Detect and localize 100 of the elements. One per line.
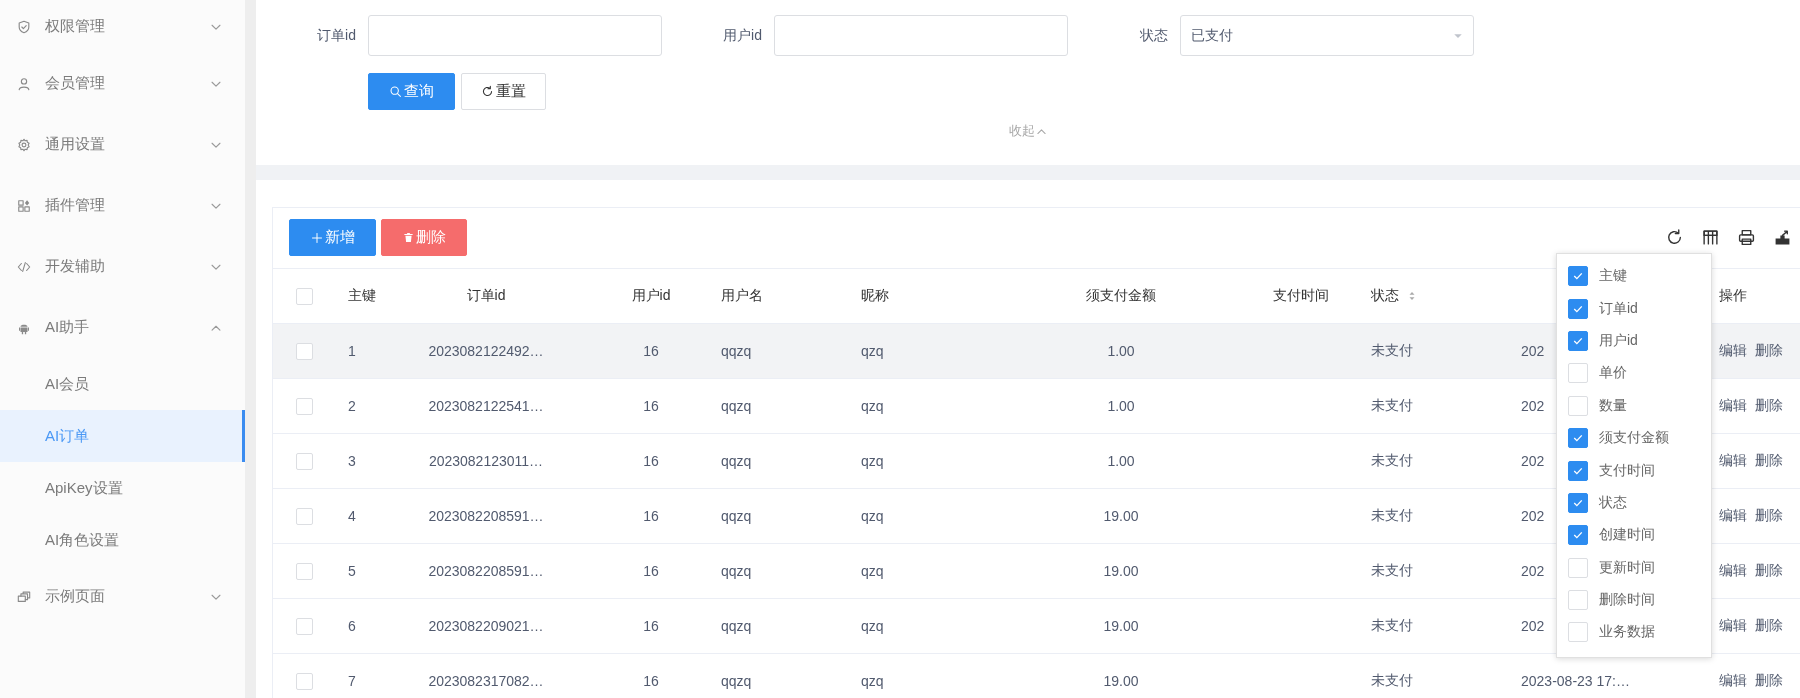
- edit-link[interactable]: 编辑: [1719, 672, 1747, 690]
- table-cell: 16: [643, 618, 659, 634]
- edit-link[interactable]: 编辑: [1719, 507, 1747, 525]
- search-icon: [389, 85, 402, 98]
- delete-link[interactable]: 删除: [1755, 452, 1783, 470]
- table-cell: 2023082208591…: [428, 563, 544, 579]
- status-select[interactable]: 已支付: [1180, 15, 1474, 56]
- delete-link[interactable]: 删除: [1755, 617, 1783, 635]
- delete-link[interactable]: 删除: [1755, 562, 1783, 580]
- column-checkbox[interactable]: [1568, 298, 1588, 319]
- export-icon: [1774, 229, 1791, 246]
- table-cell: 未支付: [1371, 507, 1413, 525]
- delete-link[interactable]: 删除: [1755, 507, 1783, 525]
- table-cell: 1.00: [1107, 343, 1135, 359]
- column-option: 删除时间: [1599, 591, 1655, 610]
- submenu-item[interactable]: ApiKey设置: [0, 462, 245, 514]
- row-checkbox[interactable]: [295, 562, 313, 580]
- table-cell: qzq: [861, 563, 884, 579]
- delete-link[interactable]: 删除: [1755, 342, 1783, 360]
- table-cell: qzq: [861, 508, 884, 524]
- table-cell: 4: [348, 508, 356, 524]
- table-cell: 未支付: [1371, 342, 1413, 360]
- row-checkbox[interactable]: [295, 507, 313, 525]
- column-header: 支付时间: [1273, 287, 1329, 305]
- menu-item[interactable]: 会员管理: [0, 53, 245, 114]
- table-cell: 未支付: [1371, 562, 1413, 580]
- column-checkbox[interactable]: [1568, 460, 1588, 481]
- field-label: 状态: [1139, 26, 1169, 45]
- delete-link[interactable]: 删除: [1755, 397, 1783, 415]
- column-option: 创建时间: [1599, 526, 1655, 545]
- input-field[interactable]: [774, 15, 1068, 56]
- table-cell: 2: [348, 398, 356, 414]
- table-cell: 19.00: [1103, 618, 1139, 634]
- reset-button[interactable]: 重置: [461, 73, 546, 110]
- table-cell: 202: [1521, 398, 1545, 414]
- column-header: 操作: [1719, 287, 1747, 305]
- column-header: 主键: [348, 287, 376, 305]
- table-cell: qqzq: [721, 398, 752, 414]
- column-option: 业务数据: [1599, 623, 1655, 642]
- table-cell: qqzq: [721, 343, 752, 359]
- input-field[interactable]: [368, 15, 662, 56]
- edit-link[interactable]: 编辑: [1719, 397, 1747, 415]
- row-checkbox[interactable]: [295, 452, 313, 470]
- edit-link[interactable]: 编辑: [1719, 617, 1747, 635]
- print-icon: [1738, 229, 1755, 246]
- menu-item[interactable]: 开发辅助: [0, 236, 245, 297]
- add-button[interactable]: 新增: [289, 219, 376, 256]
- edit-link[interactable]: 编辑: [1719, 452, 1747, 470]
- table-cell: 16: [643, 508, 659, 524]
- table-cell: 19.00: [1103, 673, 1139, 689]
- table-cell: qzq: [861, 453, 884, 469]
- table-cell: 16: [643, 398, 659, 414]
- column-option: 支付时间: [1599, 461, 1655, 480]
- shield-icon: [17, 19, 31, 34]
- code-icon: [17, 259, 31, 274]
- column-option: 须支付金额: [1599, 429, 1669, 448]
- edit-link[interactable]: 编辑: [1719, 562, 1747, 580]
- field-label: 用户id: [722, 26, 763, 45]
- table-cell: 2023082208591…: [428, 508, 544, 524]
- table-cell: 16: [643, 343, 659, 359]
- column-option: 状态: [1599, 493, 1627, 512]
- column-checkbox[interactable]: [1568, 525, 1588, 546]
- row-checkbox[interactable]: [295, 617, 313, 635]
- menu-item[interactable]: AI助手: [0, 297, 245, 358]
- delete-link[interactable]: 删除: [1755, 672, 1783, 690]
- menu-item[interactable]: 插件管理: [0, 175, 245, 236]
- table-cell: 3: [348, 453, 356, 469]
- edit-link[interactable]: 编辑: [1719, 342, 1747, 360]
- field-label: 订单id: [316, 26, 357, 45]
- menu-item[interactable]: 示例页面: [0, 566, 245, 627]
- column-checkbox[interactable]: [1568, 266, 1588, 287]
- plus-icon: [310, 231, 323, 244]
- column-checkbox[interactable]: [1568, 428, 1588, 449]
- column-header: 状态: [1371, 287, 1399, 305]
- column-option: 单价: [1599, 364, 1627, 383]
- row-checkbox[interactable]: [295, 672, 313, 690]
- search-button[interactable]: 查询: [368, 73, 455, 110]
- table-cell: 202: [1521, 508, 1545, 524]
- refresh-icon: [1666, 229, 1683, 246]
- menu-item[interactable]: 权限管理: [0, 0, 245, 53]
- column-option: 数量: [1599, 396, 1627, 415]
- submenu-item[interactable]: AI会员: [0, 358, 245, 410]
- table-cell: 1: [348, 343, 356, 359]
- table-cell: 2023082122541…: [428, 398, 544, 414]
- columns-icon: [1702, 229, 1719, 246]
- column-checkbox[interactable]: [1568, 330, 1588, 351]
- column-checkbox[interactable]: [1568, 492, 1588, 513]
- table-cell: qzq: [861, 618, 884, 634]
- table-cell: 19.00: [1103, 563, 1139, 579]
- table-cell: 2023-08-23 17:…: [1521, 673, 1630, 689]
- table-cell: 16: [643, 563, 659, 579]
- table-cell: 未支付: [1371, 617, 1413, 635]
- menu-item[interactable]: 通用设置: [0, 114, 245, 175]
- table-cell: qqzq: [721, 508, 752, 524]
- row-checkbox[interactable]: [295, 342, 313, 360]
- row-checkbox[interactable]: [295, 397, 313, 415]
- submenu-item[interactable]: AI角色设置: [0, 514, 245, 566]
- select-all-checkbox[interactable]: [295, 287, 313, 305]
- table-cell: qqzq: [721, 673, 752, 689]
- table-cell: qqzq: [721, 618, 752, 634]
